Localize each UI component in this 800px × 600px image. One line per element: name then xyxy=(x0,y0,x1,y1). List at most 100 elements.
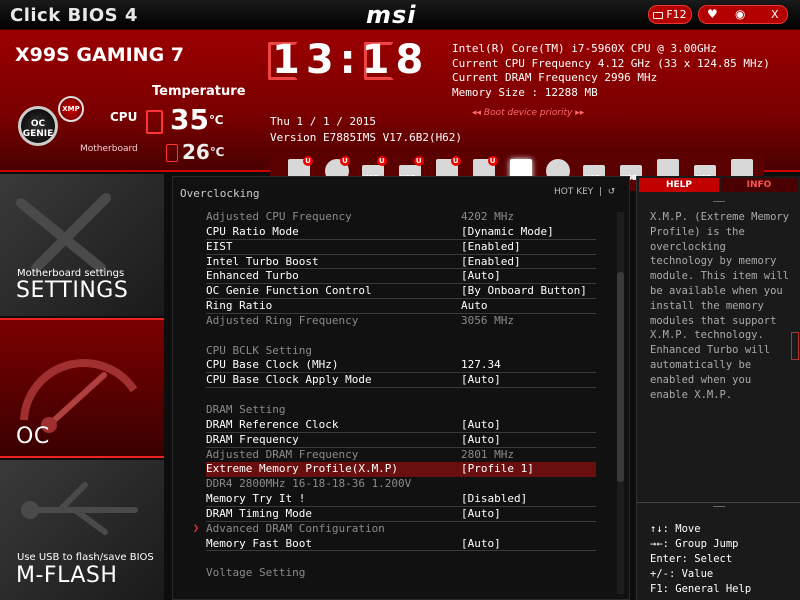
setting-value: [Auto] xyxy=(461,432,501,446)
setting-label: DDR4 2800MHz 16-18-18-36 1.200V xyxy=(206,477,412,491)
setting-label: Adjusted Ring Frequency xyxy=(206,313,359,327)
setting-label: DRAM Frequency xyxy=(206,432,299,446)
top-bar: Click BIOS 4 msi F12 ♥ ◉ X xyxy=(0,0,800,30)
key-legend: ↑↓: Move →←: Group Jump Enter: Select +/… xyxy=(650,522,751,597)
setting-row[interactable]: DRAM Timing Mode [Auto] xyxy=(206,507,596,522)
setting-row[interactable]: DRAM Frequency [Auto] xyxy=(206,433,596,448)
setting-row: Adjusted Ring Frequency 3056 MHz xyxy=(206,314,596,329)
cpu-temp-value: 35℃ xyxy=(170,103,224,136)
sidebar-mflash[interactable]: Use USB to flash/save BIOS M-FLASH xyxy=(0,460,164,600)
mb-temp-digit-frame xyxy=(166,144,178,162)
setting-label: Adjusted DRAM Frequency xyxy=(206,447,359,461)
setting-label: Memory Try It ! xyxy=(206,492,306,506)
setting-row[interactable]: OC Genie Function Control [By Onboard But… xyxy=(206,284,596,300)
mflash-subtitle: Use USB to flash/save BIOS xyxy=(17,552,154,563)
setting-label: Extreme Memory Profile(X.M.P) xyxy=(206,462,399,476)
setting-label: OC Genie Function Control xyxy=(206,284,372,298)
settings-title: SETTINGS xyxy=(16,278,129,303)
setting-label: CPU Base Clock Apply Mode xyxy=(206,373,372,387)
xmp-label: XMP xyxy=(62,105,80,113)
setting-row[interactable]: Memory Fast Boot [Auto] xyxy=(206,537,596,552)
setting-label: DRAM Setting xyxy=(206,402,286,416)
date: Thu 1 / 1 / 2015 xyxy=(270,115,376,128)
setting-value: 127.34 xyxy=(461,358,501,372)
setting-label: Ring Ratio xyxy=(206,299,273,313)
back-icon[interactable]: ↺ xyxy=(608,187,616,197)
memory-size: Memory Size : 12288 MB xyxy=(452,85,598,99)
close-button[interactable]: X xyxy=(771,6,779,23)
setting-row[interactable]: Memory Try It ! [Disabled] xyxy=(206,492,596,507)
setting-value: [Enabled] xyxy=(461,239,521,253)
oc-genie-label: OC GENIE xyxy=(22,119,54,139)
dram-frequency: Current DRAM Frequency 2996 MHz xyxy=(452,71,658,84)
sidebar-oc[interactable]: OC xyxy=(0,318,164,458)
setting-row[interactable]: Ring Ratio Auto xyxy=(206,299,596,314)
mflash-title: M-FLASH xyxy=(16,563,118,588)
bios-version: Version E7885IMS V17.6B2(H62) xyxy=(270,131,463,144)
setting-row: Adjusted DRAM Frequency 2801 MHz xyxy=(206,448,596,463)
cpu-temp-digit-frame xyxy=(146,110,163,134)
setting-row: Adjusted CPU Frequency 4202 MHz xyxy=(206,210,596,225)
section-heading: Voltage Setting xyxy=(206,566,596,581)
sidebar-settings[interactable]: Motherboard settings SETTINGS xyxy=(0,174,164,316)
system-info: Intel(R) Core(TM) i7-5960X CPU @ 3.00GHz… xyxy=(452,42,770,100)
setting-value: [Enabled] xyxy=(461,254,521,268)
screenshot-f12-button[interactable]: F12 xyxy=(648,5,692,24)
oc-title: OC xyxy=(16,424,50,449)
settings-list: Adjusted CPU Frequency 4202 MHz CPU Ratio … xyxy=(193,210,596,581)
setting-value: [Auto] xyxy=(461,506,501,520)
board-name: X99S GAMING 7 xyxy=(15,44,184,66)
setting-row[interactable]: Extreme Memory Profile(X.M.P) [Profile 1] xyxy=(206,462,596,478)
help-panel: HELP INFO X.M.P. (Extreme Memory Profile… xyxy=(636,176,800,600)
setting-row[interactable]: CPU Base Clock Apply Mode [Auto] xyxy=(206,373,596,389)
boot-priority-label: ◂◂ Boot device priority ▸▸ xyxy=(472,108,585,118)
tab-help[interactable]: HELP xyxy=(639,178,719,192)
motherboard-temp-label: Motherboard xyxy=(80,144,138,154)
setting-label: DRAM Reference Clock xyxy=(206,417,339,431)
setting-value: [Auto] xyxy=(461,417,501,431)
setting-row[interactable]: ❯ Advanced DRAM Configuration xyxy=(193,521,596,537)
setting-label: CPU BCLK Setting xyxy=(206,343,312,357)
temperature-title: Temperature xyxy=(152,84,246,99)
setting-value: 2801 MHz xyxy=(461,447,514,461)
setting-value: [Disabled] xyxy=(461,492,528,506)
overclocking-panel: Overclocking HOT KEY | ↺ Adjusted CPU Fr… xyxy=(172,176,630,600)
favorites-heart-icon[interactable]: ♥ xyxy=(707,6,718,23)
panel-title: Overclocking xyxy=(180,187,260,200)
key-value: +/-: Value xyxy=(650,568,714,580)
setting-row[interactable]: CPU Base Clock (MHz) 127.34 xyxy=(206,358,596,374)
key-move: ↑↓: Move xyxy=(650,523,701,535)
help-top-divider xyxy=(637,198,800,205)
setting-label: Enhanced Turbo xyxy=(206,269,299,283)
setting-label: Advanced DRAM Configuration xyxy=(206,521,385,535)
setting-label: CPU Ratio Mode xyxy=(206,224,299,238)
setting-row[interactable]: CPU Ratio Mode [Dynamic Mode] xyxy=(206,225,596,240)
scrollbar-thumb[interactable] xyxy=(617,272,624,482)
submenu-arrow-icon: ❯ xyxy=(193,522,200,534)
setting-label: CPU Base Clock (MHz) xyxy=(206,358,339,372)
setting-label: Intel Turbo Boost xyxy=(206,254,319,268)
top-controls-group: ♥ ◉ X xyxy=(698,5,788,24)
setting-value: [Auto] xyxy=(461,373,501,387)
hotkey-label: HOT KEY xyxy=(554,187,594,197)
hotkey-button[interactable]: HOT KEY | ↺ xyxy=(554,187,615,197)
setting-label: DRAM Timing Mode xyxy=(206,506,312,520)
setting-value: 3056 MHz xyxy=(461,313,514,327)
setting-row: DDR4 2800MHz 16-18-18-36 1.200V xyxy=(206,477,596,492)
language-globe-icon[interactable]: ◉ xyxy=(735,6,745,23)
side-handle[interactable] xyxy=(791,332,799,360)
tools-icon xyxy=(16,193,111,273)
f12-label: F12 xyxy=(666,8,687,21)
section-heading: DRAM Setting xyxy=(206,403,596,418)
xmp-button[interactable]: XMP xyxy=(58,96,84,122)
setting-row[interactable]: DRAM Reference Clock [Auto] xyxy=(206,418,596,433)
setting-value: [Auto] xyxy=(461,536,501,550)
setting-value: [By Onboard Button] xyxy=(461,284,587,298)
oc-genie-button[interactable]: OC GENIE xyxy=(18,106,58,146)
setting-row[interactable]: Intel Turbo Boost [Enabled] xyxy=(206,255,596,270)
tab-info[interactable]: INFO xyxy=(721,178,797,192)
setting-value: [Auto] xyxy=(461,269,501,283)
bios-title: Click BIOS 4 xyxy=(10,5,138,26)
setting-row[interactable]: EIST [Enabled] xyxy=(206,240,596,255)
setting-row[interactable]: Enhanced Turbo [Auto] xyxy=(206,269,596,285)
